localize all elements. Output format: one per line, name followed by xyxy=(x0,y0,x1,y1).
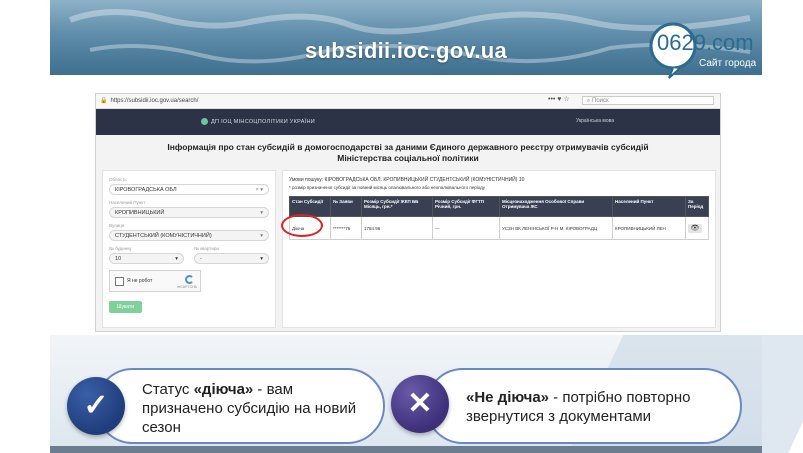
house-select[interactable]: 10 ▾ xyxy=(109,253,184,264)
flat-label: № квартири xyxy=(194,246,219,251)
street-select[interactable]: СТУДЕНТСЬКИЙ (КОМУНІСТИЧНИЙ) ▾ xyxy=(109,230,269,241)
browser-search-input[interactable]: ⌕ Поиск xyxy=(582,96,714,105)
inactive-status-text: «Не діюча» - потрібно повторно звернутис… xyxy=(466,389,691,425)
city-cell: КРОПИВНИЦЬКИЙ ЛЕН xyxy=(612,216,686,240)
chevron-down-icon: ▾ xyxy=(260,210,263,216)
results-panel: Умови пошуку: КІРОВОГРАДСЬКА ОБЛ. КРОПИВ… xyxy=(282,170,716,328)
logo-number: 0629.com xyxy=(657,30,754,55)
street-label: Вулиця xyxy=(109,223,125,228)
chevron-down-icon: ▾ xyxy=(260,233,263,239)
house-label: № будинку xyxy=(109,246,132,251)
captcha-checkbox[interactable] xyxy=(115,277,124,286)
site-brand[interactable]: ДП ІОЦ МІНСОЦПОЛІТИКИ УКРАЇНИ xyxy=(201,118,315,125)
logo-caption: Сайт города xyxy=(699,58,757,69)
site-navbar: ДП ІОЦ МІНСОЦПОЛІТИКИ УКРАЇНИ Українська… xyxy=(96,109,720,135)
col-monthly-amount: Розмір Субсидії ЖКП ББ Місяць, грн.* xyxy=(361,196,433,217)
language-switch[interactable]: Українська мова xyxy=(576,118,614,124)
recaptcha-widget[interactable]: Я не робот reCAPTCHA xyxy=(109,270,201,292)
captcha-text: Я не робот xyxy=(127,278,153,284)
bottom-strip xyxy=(50,446,762,453)
col-period: За Період xyxy=(685,196,709,217)
address-bar[interactable]: 🔒 https://subsidii.ioc.gov.ua/search/ •••… xyxy=(96,94,720,109)
page-title: Інформація про стан субсидій в домогоспо… xyxy=(167,142,649,163)
highlight-circle xyxy=(281,214,323,237)
cross-icon: ✕ xyxy=(391,375,449,433)
clear-dropdown-icon[interactable]: × ▾ xyxy=(255,185,263,196)
flat-select[interactable]: - ▾ xyxy=(194,253,269,264)
annual-amount-cell: --- xyxy=(432,216,500,240)
chevron-down-icon: ▾ xyxy=(260,256,263,262)
brand-logo-icon xyxy=(201,118,208,125)
active-status-text: Статус «діюча» - вам призначено субсидію… xyxy=(142,381,357,436)
table-header-row: Стан Субсидії № Заяви Розмір Субсидії ЖК… xyxy=(289,196,709,217)
application-cell: *******76 xyxy=(330,216,362,240)
period-cell: 👁 xyxy=(685,216,709,240)
chevron-down-icon: ▾ xyxy=(175,256,178,262)
results-note: * розмір призначеної субсидії за повний … xyxy=(289,185,486,190)
results-table: Стан Субсидії № Заяви Розмір Субсидії ЖК… xyxy=(289,196,709,240)
recaptcha-brand: reCAPTCHA xyxy=(177,285,197,289)
info-banner: ✓ ✕ Статус «діюча» - вам призначено субс… xyxy=(0,335,803,453)
check-icon: ✓ xyxy=(67,377,125,435)
city-select[interactable]: КРОПИВНИЦЬКИЙ ▾ xyxy=(109,207,269,218)
region-label: Область xyxy=(109,177,127,182)
col-office: Місцезнаходження Особової Справи Отримув… xyxy=(499,196,613,217)
recaptcha-icon xyxy=(185,275,194,284)
monthly-amount-cell: 1784.96 xyxy=(361,216,433,240)
col-application: № Заяви xyxy=(330,196,362,217)
lock-icon: 🔒 xyxy=(100,98,108,104)
site-logo[interactable]: 0629.com Сайт города xyxy=(645,20,760,80)
eye-icon[interactable]: 👁 xyxy=(688,223,702,233)
col-annual-amount: Розмір Субсидії ФГТП Річний, грн. xyxy=(432,196,500,217)
search-button[interactable]: Шукати xyxy=(109,301,142,313)
region-select[interactable]: КІРОВОГРАДСЬКА ОБЛ × ▾ xyxy=(109,184,269,195)
url-text: https://subsidii.ioc.gov.ua/search/ xyxy=(110,98,199,104)
search-filters-panel: Область КІРОВОГРАДСЬКА ОБЛ × ▾ Населений … xyxy=(102,170,276,328)
col-city: Населений Пункт xyxy=(612,196,686,217)
office-cell: УСЗН ВК ЛЕНІНСЬКОЇ Р-Н М. КІРОВОГРАДЦ xyxy=(499,216,613,240)
search-conditions: Умови пошуку: КІРОВОГРАДСЬКА ОБЛ. КРОПИВ… xyxy=(289,177,525,183)
browser-window: 🔒 https://subsidii.ioc.gov.ua/search/ •••… xyxy=(95,93,721,332)
page-actions-icon[interactable]: ••• ♥ ☆ xyxy=(548,95,570,103)
table-row: Діюча *******76 1784.96 --- УСЗН ВК ЛЕНІ… xyxy=(289,216,709,240)
city-label: Населений Пункт xyxy=(109,200,146,205)
